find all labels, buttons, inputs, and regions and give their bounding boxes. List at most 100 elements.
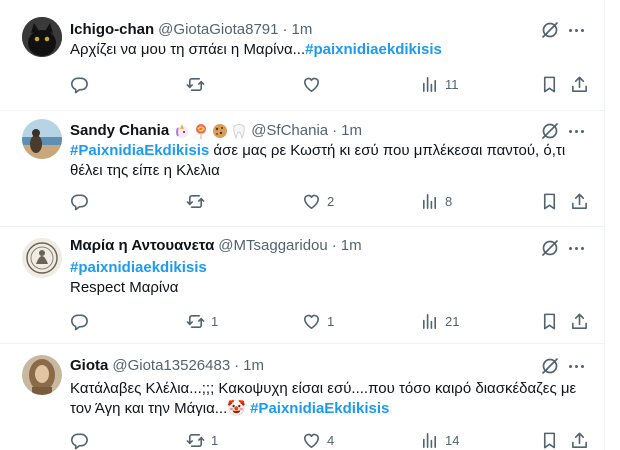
like-icon [304,194,319,209]
bookmark-icon [543,313,556,329]
display-name[interactable]: Ichigo-chan [70,20,154,40]
display-name[interactable]: Sandy Chania [70,121,169,141]
tweet-header: Ichigo-chan @GiotaGiota8791 · 1m [70,20,312,40]
views-icon [422,76,437,92]
tweet-text: Αρχίζει να μου τη σπάει η Μαρίνα...#paix… [70,40,590,60]
reply-button[interactable] [70,191,89,211]
tweet-header: Μαρία η Αντουανετα @MTsaggaridou · 1m [70,236,362,256]
reply-icon [70,194,88,210]
timestamp[interactable]: 1m [243,356,264,376]
hashtag-link[interactable]: #paixnidiaekdikisis [305,41,442,58]
retweet-button[interactable]: 1 [186,311,218,331]
bookmark-button[interactable] [540,191,559,211]
reply-button[interactable] [70,74,89,94]
name-emoji-group [174,123,247,139]
timestamp[interactable]: 1m [341,121,362,141]
share-button[interactable] [570,191,589,211]
tweet-actions: 1 1 21 [70,311,590,331]
views-count: 21 [445,313,460,329]
grok-icon[interactable] [540,121,560,141]
views-icon [422,432,437,448]
user-handle[interactable]: @GiotaGiota8791 [158,20,278,40]
bookmark-button[interactable] [540,430,559,450]
tweet-text: #paixnidiaekdikisis Respect Μαρίνα [70,258,590,298]
portrait-avatar [22,355,62,395]
avatar[interactable] [22,238,62,278]
views-button[interactable]: 14 [420,430,459,450]
tweet-text-line: Αρχίζει να μου τη σπάει η Μαρίνα...#paix… [70,40,590,60]
hashtag-link[interactable]: #paixnidiaekdikisis [70,259,207,276]
tweet-text-segment: Respect Μαρίνα [70,279,179,296]
share-button[interactable] [570,74,589,94]
like-button[interactable]: 4 [302,430,334,450]
reply-button[interactable] [70,311,89,331]
like-icon [304,77,319,92]
hashtag-link[interactable]: #PaixnidiaEkdikisis [70,142,209,159]
tweet-header: Sandy Chania @SfChania · 1m [70,121,362,141]
more-options-icon[interactable] [566,20,586,40]
share-button[interactable] [570,311,589,331]
retweet-count: 1 [211,313,219,329]
avatar[interactable] [22,17,62,57]
grok-icon[interactable] [540,20,560,40]
separator-dot: · [234,357,240,374]
retweet-button[interactable] [186,74,205,94]
tweet[interactable]: Giota @Giota13526483 · 1m Κατάλαβες Κλέλ… [0,344,604,450]
views-button[interactable]: 21 [420,311,459,331]
hashtag-link[interactable]: #PaixnidiaEkdikisis [250,400,389,417]
grok-icon[interactable] [540,356,560,376]
share-icon [572,432,587,448]
retweet-button[interactable] [186,191,205,211]
separator-dot: · [332,122,338,139]
bookmark-button[interactable] [540,311,559,331]
views-button[interactable]: 8 [420,191,452,211]
views-button[interactable]: 11 [420,74,459,94]
avatar[interactable] [22,119,62,159]
share-button[interactable] [570,430,589,450]
like-button[interactable] [302,74,321,94]
timeline: Ichigo-chan @GiotaGiota8791 · 1m Αρχίζει… [0,0,604,450]
share-icon [572,193,587,209]
grok-icon[interactable] [540,238,560,258]
tweet[interactable]: Sandy Chania @SfChania · 1m #PaixnidiaEk… [0,111,604,227]
share-icon [572,313,587,329]
timestamp[interactable]: 1m [341,236,362,256]
more-options-icon[interactable] [566,356,586,376]
tweet-text-segment: Κατάλαβες Κλέλια...;;; Κακοψυχη είσαι εσ… [70,380,577,397]
avatar[interactable] [22,355,62,395]
tweet[interactable]: Μαρία η Αντουανετα @MTsaggaridou · 1m #p… [0,227,604,344]
bookmark-icon [543,432,556,448]
user-handle[interactable]: @Giota13526483 [112,356,230,376]
views-icon [422,193,437,209]
more-options-icon[interactable] [566,121,586,141]
retweet-icon [186,433,205,447]
cookie-icon [213,124,228,138]
display-name[interactable]: Μαρία η Αντουανετα [70,236,214,256]
retweet-count: 1 [211,432,219,448]
bookmark-button[interactable] [540,74,559,94]
like-count: 4 [327,432,335,448]
tweet-actions: 1 4 14 [70,430,590,450]
reply-button[interactable] [70,430,89,450]
bookmark-icon [543,193,556,209]
tweet-text-segment: τον Άγη και την Μάγια...🤡 [70,400,251,417]
reply-icon [70,314,88,330]
more-options-icon[interactable] [566,238,586,258]
like-button[interactable]: 1 [302,311,334,331]
like-icon [304,314,319,329]
user-handle[interactable]: @MTsaggaridou [218,236,327,256]
tweet-text-line: Respect Μαρίνα [70,278,590,298]
tweet[interactable]: Ichigo-chan @GiotaGiota8791 · 1m Αρχίζει… [0,0,604,111]
retweet-button[interactable]: 1 [186,430,218,450]
tooth-icon [233,124,245,139]
timestamp[interactable]: 1m [291,20,312,40]
display-name[interactable]: Giota [70,356,108,376]
views-count: 11 [445,76,459,92]
reply-icon [70,77,88,93]
user-handle[interactable]: @SfChania [251,121,328,141]
tweet-text-line: #PaixnidiaEkdikisis άσε μας ρε Κωστή κι … [70,141,590,161]
tweet-text-line: Κατάλαβες Κλέλια...;;; Κακοψυχη είσαι εσ… [70,379,590,399]
tweet-text-line: θέλει της είπε η Κλελια [70,161,590,181]
separator-dot: · [282,21,288,38]
like-button[interactable]: 2 [302,191,334,211]
